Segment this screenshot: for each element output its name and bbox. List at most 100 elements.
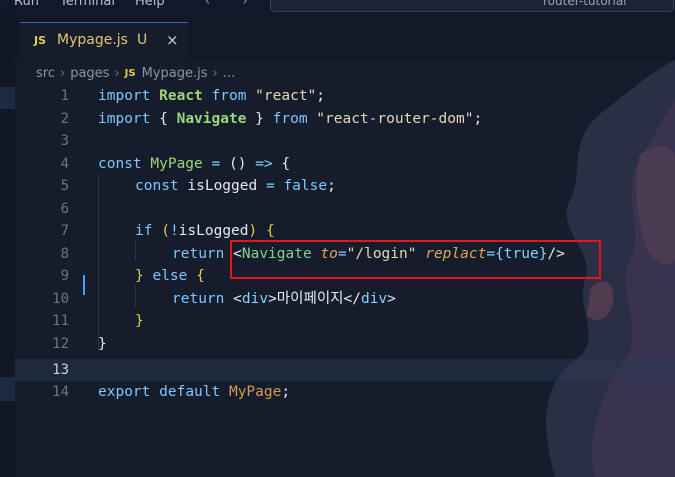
breadcrumb-file[interactable]: Mypage.js [142,66,208,81]
line-code: if (!isLogged) { [135,220,275,242]
line-number: 3 [60,133,69,149]
token-keyword: else [152,268,188,284]
token-identifier: MyPage [228,384,282,400]
js-file-icon: JS [124,68,136,79]
token-keyword: export [98,384,151,400]
token-keyword: from [272,110,308,127]
token-jsx-text: 마이페이지 [276,290,344,307]
token-bracket: } [135,268,144,284]
chevron-right-icon: › [212,66,218,81]
token-identifier: React [159,88,203,104]
breadcrumb: src › pages › JS Mypage.js ›... [36,66,235,82]
token-keyword: import [98,88,151,104]
line-code: export default MyPage; [98,381,290,403]
token-string: "react" [255,88,317,104]
code-line-5[interactable]: 5 const isLogged = false; [15,175,675,197]
token-keyword: default [159,384,221,400]
token-punct: < [233,290,242,307]
menu-terminal[interactable]: Terminal [60,0,115,9]
activity-bar [0,12,15,477]
code-line-13[interactable]: 13 [15,359,675,381]
code-editor-window: Run Terminal Help ‹ › router-tutorial JS… [0,0,675,477]
code-line-11[interactable]: 11 } [15,310,675,332]
token-bracket: } [135,313,144,329]
chevron-right-icon: › [59,66,66,81]
token-punct: ; [327,178,336,194]
menu-bar: Run Terminal Help ‹ › router-tutorial [0,0,675,12]
line-number: 11 [52,313,69,329]
token-punct: { [159,110,168,127]
token-tag: div [241,290,269,307]
token-identifier: isLogged [187,178,258,194]
tab-label: Mypage.js [57,32,128,48]
token-keyword: from [211,88,247,104]
code-line-10[interactable]: 10 return <div>마이페이지</div> [15,288,675,310]
line-code: } [135,310,144,332]
line-number: 1 [60,88,69,104]
code-line-3[interactable]: 3 [15,130,675,152]
token-operator: ! [169,223,179,239]
line-number: 6 [60,200,69,217]
token-operator: = [265,178,275,194]
command-center-label: router-tutorial [543,0,627,8]
token-keyword: return [172,290,225,307]
token-punct: ; [473,110,483,127]
token-punct: () [228,155,247,172]
token-punct: ; [281,384,291,400]
code-editor[interactable]: 1 import React from "react"; 2 import { … [15,85,675,477]
token-identifier: Navigate [176,110,247,127]
token-operator: = [211,155,221,172]
code-line-6[interactable]: 6 [15,198,675,220]
tab-mypage[interactable]: JS Mypage.js U × [20,22,188,60]
token-boolean: false [283,178,328,194]
untracked-badge: U [137,32,148,48]
token-string: "react-router-dom" [316,110,474,127]
line-number: 4 [60,155,69,172]
breadcrumb-symbols[interactable]: ... [223,66,235,81]
line-number: 5 [60,178,69,194]
line-number: 9 [60,268,69,284]
token-punct: { [281,155,291,172]
breadcrumb-src[interactable]: src [36,66,55,81]
token-bracket: { [265,223,275,239]
code-line-14[interactable]: 14 export default MyPage; [15,381,675,403]
token-keyword: return [172,245,225,262]
code-line-7[interactable]: 7 if (!isLogged) { [15,220,675,242]
tab-bar: JS Mypage.js U × [15,12,675,60]
line-number: 2 [60,110,69,127]
line-code: } [98,333,107,355]
code-line-2[interactable]: 2 import { Navigate } from "react-router… [15,108,675,130]
code-line-12[interactable]: 12 } [15,333,675,355]
line-number: 7 [60,223,69,239]
chevron-right-icon: › [114,66,120,81]
line-code: import { Navigate } from "react-router-d… [98,108,482,130]
token-punct: ; [316,88,326,104]
token-bracket: { [196,268,205,284]
token-keyword: import [98,110,151,127]
token-operator: => [255,155,273,172]
token-bracket: ) [248,223,258,239]
code-line-1[interactable]: 1 import React from "react"; [15,85,675,107]
token-punct: > [387,290,396,307]
activity-indicator-top [0,87,15,109]
js-file-icon: JS [34,34,47,47]
code-line-4[interactable]: 4 const MyPage = () => { [15,153,675,175]
text-cursor [83,275,85,295]
token-bracket: } [98,335,107,352]
token-keyword: if [135,223,153,239]
activity-indicator-bottom [0,377,15,401]
close-icon[interactable]: × [166,31,179,49]
token-keyword: const [135,178,179,194]
menu-run[interactable]: Run [14,0,39,9]
line-code: } else { [135,265,205,287]
token-identifier: MyPage [150,155,203,172]
breadcrumb-pages[interactable]: pages [70,66,109,81]
annotation-highlight-box [230,240,601,279]
line-number: 8 [60,245,69,262]
token-punct: </ [343,290,361,307]
line-code: const isLogged = false; [135,175,336,197]
menu-help[interactable]: Help [135,0,165,9]
line-number: 12 [52,335,69,352]
nav-arrows-icon[interactable]: ‹ › [205,0,262,9]
token-tag: div [360,290,388,307]
